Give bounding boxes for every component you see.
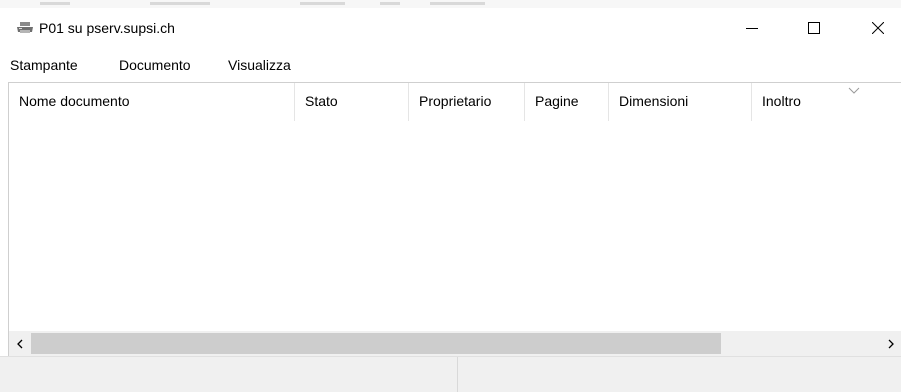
scroll-right-button[interactable] [880, 331, 901, 356]
column-header-pagine[interactable]: Pagine [525, 83, 609, 121]
window-title: P01 su pserv.supsi.ch [39, 20, 175, 36]
scroll-left-button[interactable] [9, 331, 31, 356]
status-pane-right [459, 357, 901, 392]
close-button[interactable] [855, 8, 901, 48]
chevron-right-icon [887, 336, 895, 352]
menu-documento[interactable]: Documento [119, 57, 191, 73]
menu-visualizza[interactable]: Visualizza [228, 57, 291, 73]
column-header-dimensioni[interactable]: Dimensioni [609, 83, 752, 121]
background-strip [0, 0, 901, 8]
list-header: Nome documento Stato Proprietario Pagine… [9, 83, 901, 121]
minimize-button[interactable] [729, 8, 775, 48]
minimize-icon [746, 22, 758, 34]
scroll-thumb[interactable] [31, 333, 721, 354]
horizontal-scrollbar[interactable] [9, 331, 901, 356]
chevron-left-icon [16, 336, 24, 352]
chevron-down-icon [847, 83, 861, 94]
maximize-icon [808, 22, 820, 34]
document-list[interactable]: Nome documento Stato Proprietario Pagine… [8, 82, 901, 356]
column-header-proprietario[interactable]: Proprietario [409, 83, 525, 121]
status-bar [0, 356, 901, 392]
status-pane-left [0, 357, 458, 392]
printer-icon [16, 20, 34, 36]
column-header-inoltro[interactable]: Inoltro [752, 83, 901, 121]
title-bar[interactable]: P01 su pserv.supsi.ch [0, 8, 901, 48]
menu-bar: Stampante Documento Visualizza [0, 52, 901, 78]
maximize-button[interactable] [791, 8, 837, 48]
close-icon [872, 22, 884, 34]
column-header-nome-documento[interactable]: Nome documento [9, 83, 295, 121]
menu-stampante[interactable]: Stampante [10, 57, 78, 73]
column-header-stato[interactable]: Stato [295, 83, 409, 121]
